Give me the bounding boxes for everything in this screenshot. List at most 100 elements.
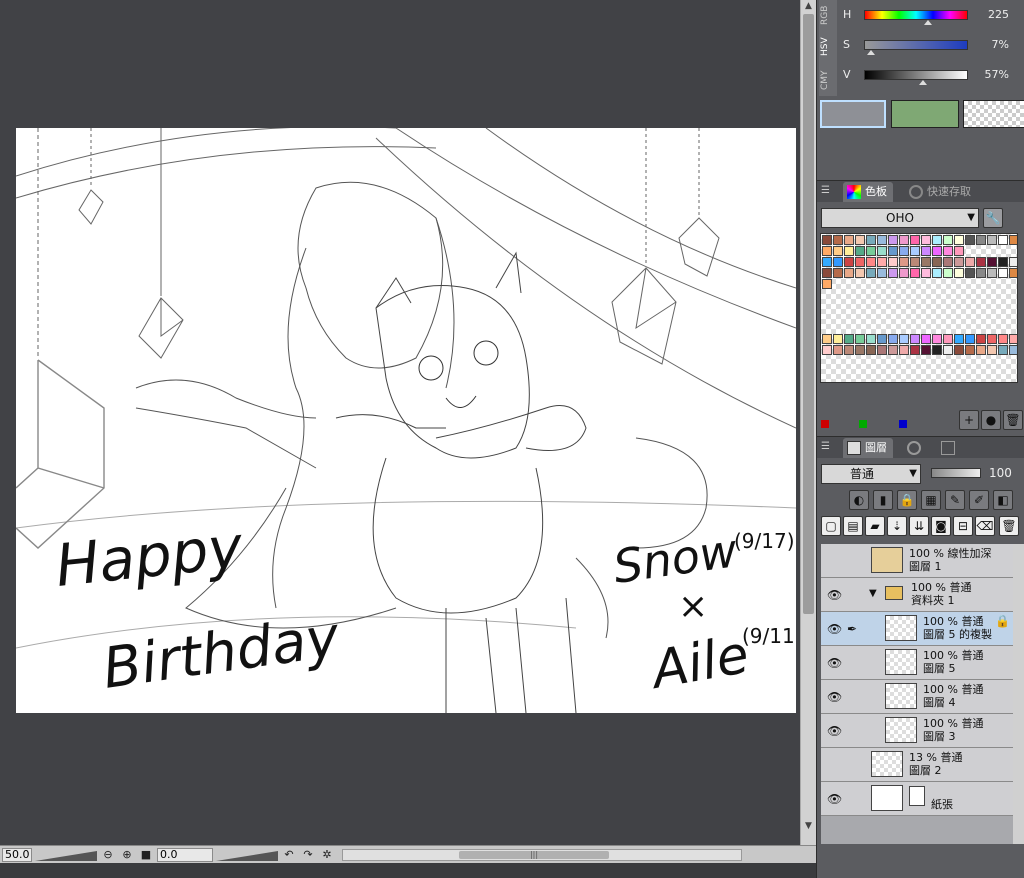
palette-color-cell[interactable]: [998, 345, 1008, 355]
palette-color-cell[interactable]: [976, 345, 986, 355]
rotation-slider[interactable]: [216, 849, 278, 861]
artboard[interactable]: Happy Birthday Snow (9/17) × Aile (9/11): [16, 128, 796, 713]
palette-color-cell[interactable]: [866, 345, 876, 355]
layer-mask-icon[interactable]: ◙: [931, 516, 951, 536]
palette-color-cell[interactable]: [932, 235, 942, 245]
palette-color-cell[interactable]: [833, 246, 843, 256]
palette-color-cell[interactable]: [932, 345, 942, 355]
layer-row-folder1[interactable]: 👁 ▼ 100 % 普通 資料夾 1: [821, 578, 1013, 612]
lock-icon[interactable]: 🔒: [897, 490, 917, 510]
palette-color-cell[interactable]: [888, 334, 898, 344]
palette-color-cell[interactable]: [921, 345, 931, 355]
lock-transparent-icon[interactable]: ▦: [921, 490, 941, 510]
palette-color-cell[interactable]: [866, 268, 876, 278]
delete-layer-icon[interactable]: 🗑: [999, 516, 1019, 536]
eye-icon[interactable]: 👁: [827, 792, 842, 806]
palette-color-cell[interactable]: [976, 334, 986, 344]
palette-color-cell[interactable]: [822, 235, 832, 245]
palette-color-cell[interactable]: [976, 257, 986, 267]
palette-color-cell[interactable]: [910, 345, 920, 355]
canvas-vertical-scrollbar[interactable]: ▲ ▼: [800, 0, 816, 845]
palette-color-cell[interactable]: [1009, 334, 1017, 344]
palette-color-cell[interactable]: [888, 246, 898, 256]
palette-color-cell[interactable]: [954, 334, 964, 344]
palette-color-cell[interactable]: [899, 345, 909, 355]
replace-color-icon[interactable]: ●: [981, 410, 1001, 430]
green-chip[interactable]: [859, 420, 867, 428]
layer-row-layer2[interactable]: 13 % 普通 圖層 2: [821, 748, 1013, 782]
rotate-left-icon[interactable]: ↶: [281, 848, 297, 862]
eye-icon[interactable]: 👁: [827, 588, 842, 602]
saturation-value[interactable]: 7%: [992, 38, 1009, 51]
hue-value[interactable]: 225: [988, 8, 1009, 21]
palette-color-cell[interactable]: [921, 334, 931, 344]
saturation-marker[interactable]: [867, 50, 876, 55]
layer-row-layer4[interactable]: 👁 100 % 普通 圖層 4: [821, 680, 1013, 714]
palette-color-cell[interactable]: [833, 235, 843, 245]
canvas-horizontal-scrollbar[interactable]: |||: [342, 848, 742, 861]
layer-row-layer5-copy[interactable]: 👁 ✒ 100 % 普通 圖層 5 的複製 🔒: [821, 612, 1013, 646]
zoom-slider[interactable]: [35, 849, 97, 861]
palette-color-cell[interactable]: [844, 334, 854, 344]
main-color-swatch[interactable]: [820, 100, 886, 128]
scroll-thumb[interactable]: [803, 14, 814, 614]
hue-marker[interactable]: [924, 20, 933, 25]
sub-color-swatch[interactable]: [891, 100, 959, 128]
palette-color-cell[interactable]: [877, 257, 887, 267]
tab-layer[interactable]: 圖層: [843, 438, 893, 458]
palette-color-icon[interactable]: ◧: [993, 490, 1013, 510]
canvas-workspace[interactable]: Happy Birthday Snow (9/17) × Aile (9/11): [0, 0, 800, 845]
palette-color-cell[interactable]: [877, 246, 887, 256]
layer-row-layer5[interactable]: 👁 100 % 普通 圖層 5: [821, 646, 1013, 680]
tab-layer-property[interactable]: [903, 438, 933, 458]
palette-color-cell[interactable]: [921, 257, 931, 267]
palette-color-cell[interactable]: [899, 235, 909, 245]
palette-color-cell[interactable]: [866, 257, 876, 267]
palette-color-cell[interactable]: [855, 246, 865, 256]
palette-color-cell[interactable]: [888, 235, 898, 245]
palette-color-cell[interactable]: [987, 235, 997, 245]
palette-color-cell[interactable]: [844, 268, 854, 278]
palette-color-cell[interactable]: [932, 257, 942, 267]
red-chip[interactable]: [821, 420, 829, 428]
layer-list-scrollbar[interactable]: [1013, 544, 1024, 844]
palette-color-cell[interactable]: [822, 279, 832, 289]
palette-color-cell[interactable]: [855, 257, 865, 267]
value-value[interactable]: 57%: [985, 68, 1009, 81]
palette-color-cell[interactable]: [844, 235, 854, 245]
hue-slider[interactable]: [864, 10, 968, 20]
palette-color-cell[interactable]: [998, 334, 1008, 344]
eye-icon[interactable]: 👁: [827, 622, 842, 636]
wrench-icon[interactable]: 🔧: [983, 208, 1003, 228]
palette-color-cell[interactable]: [822, 257, 832, 267]
color-set-select[interactable]: OHO ▼: [821, 208, 979, 228]
palette-color-cell[interactable]: [1009, 268, 1017, 278]
value-marker[interactable]: [919, 80, 928, 85]
reference-layer-icon[interactable]: ✎: [945, 490, 965, 510]
zoom-field[interactable]: 50.0: [2, 847, 32, 862]
panel-menu-icon[interactable]: ☰: [821, 185, 830, 196]
palette-color-cell[interactable]: [899, 257, 909, 267]
palette-color-cell[interactable]: [855, 235, 865, 245]
palette-color-cell[interactable]: [877, 235, 887, 245]
palette-color-cell[interactable]: [910, 257, 920, 267]
palette-color-cell[interactable]: [855, 345, 865, 355]
palette-color-cell[interactable]: [888, 268, 898, 278]
apply-mask-icon[interactable]: ⊟: [953, 516, 973, 536]
palette-color-cell[interactable]: [888, 345, 898, 355]
palette-color-cell[interactable]: [822, 345, 832, 355]
palette-color-cell[interactable]: [910, 334, 920, 344]
palette-color-cell[interactable]: [877, 334, 887, 344]
rotation-field[interactable]: 0.0: [157, 847, 213, 862]
blend-mode-select[interactable]: 普通 ▼: [821, 464, 921, 484]
palette-color-cell[interactable]: [932, 334, 942, 344]
palette-color-cell[interactable]: [998, 257, 1008, 267]
palette-color-cell[interactable]: [921, 268, 931, 278]
palette-color-cell[interactable]: [998, 235, 1008, 245]
palette-color-cell[interactable]: [954, 268, 964, 278]
color-set-grid[interactable]: [820, 233, 1018, 383]
new-folder-icon[interactable]: ▰: [865, 516, 885, 536]
palette-color-cell[interactable]: [965, 334, 975, 344]
palette-color-cell[interactable]: [976, 268, 986, 278]
palette-color-cell[interactable]: [877, 345, 887, 355]
